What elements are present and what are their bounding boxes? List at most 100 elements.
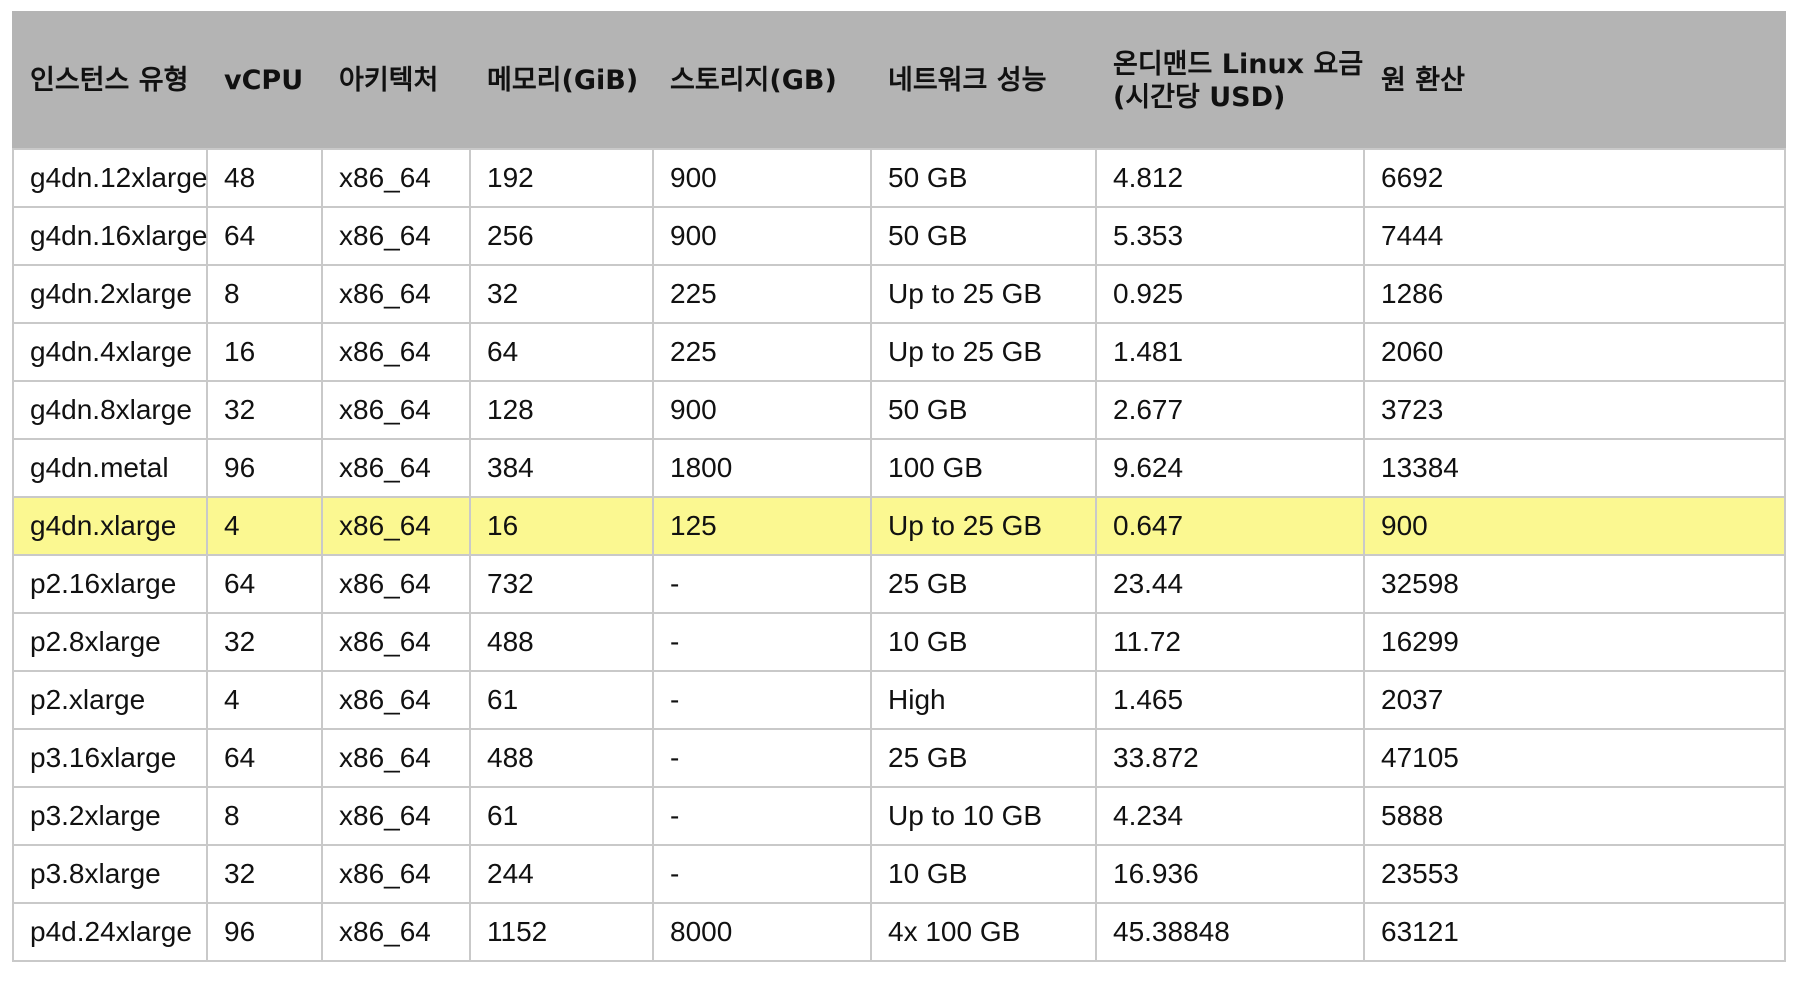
cell-krw: 900 <box>1363 496 1786 556</box>
cell-vcpu: 4 <box>206 496 323 556</box>
cell-memory: 256 <box>469 206 654 266</box>
cell-architecture: x86_64 <box>321 438 471 498</box>
table-row: g4dn.2xlarge 8 x86_64 32 225 Up to 25 GB 0.925… <box>12 264 1786 324</box>
cell-network: 50 GB <box>870 148 1097 208</box>
cell-memory: 192 <box>469 148 654 208</box>
table-row: p2.16xlarge 64 x86_64 732-25 GB 23.44 32598 <box>12 554 1786 614</box>
cell-krw: 2037 <box>1363 670 1786 730</box>
header-krw: 원 환산 <box>1363 11 1786 150</box>
instance-pricing-table-container: 인스턴스 유형 vCPU 아키텍처 메모리(GiB) 스토리지(GB) 네트워크… <box>12 11 1786 962</box>
cell-storage: 900 <box>652 206 872 266</box>
cell-storage: 900 <box>652 380 872 440</box>
table-row: p3.2xlarge 8 x86_64 61- Up to 10 GB 4.234 5888 <box>12 786 1786 846</box>
cell-vcpu: 96 <box>206 902 323 962</box>
table-row: g4dn.metal 96 x86_64 384 1800 100 GB 9.624 1338… <box>12 438 1786 498</box>
cell-vcpu: 32 <box>206 380 323 440</box>
cell-memory: 64 <box>469 322 654 382</box>
table-row: g4dn.8xlarge 32 x86_64 128 900 50 GB 2.677 3723 <box>12 380 1786 440</box>
cell-architecture: x86_64 <box>321 380 471 440</box>
cell-architecture: x86_64 <box>321 786 471 846</box>
cell-storage: 900 <box>652 148 872 208</box>
table-row: p2.xlarge 4 x86_64 61- High 1.465 2037 <box>12 670 1786 730</box>
header-architecture: 아키텍처 <box>321 11 471 150</box>
header-memory: 메모리(GiB) <box>469 11 654 150</box>
cell-network: Up to 10 GB <box>870 786 1097 846</box>
cell-network: 10 GB <box>870 844 1097 904</box>
cell-network: 50 GB <box>870 206 1097 266</box>
cell-instance-type: g4dn.8xlarge <box>12 380 208 440</box>
cell-network: 50 GB <box>870 380 1097 440</box>
cell-krw: 47105 <box>1363 728 1786 788</box>
cell-vcpu: 96 <box>206 438 323 498</box>
cell-vcpu: 4 <box>206 670 323 730</box>
cell-memory: 16 <box>469 496 654 556</box>
cell-storage: 225 <box>652 322 872 382</box>
cell-architecture: x86_64 <box>321 554 471 614</box>
cell-storage: - <box>652 612 872 672</box>
cell-instance-type: p2.xlarge <box>12 670 208 730</box>
cell-memory: 1152 <box>469 902 654 962</box>
cell-krw: 1286 <box>1363 264 1786 324</box>
table-body: g4dn.12xlarge 48 x86_64 192 900 50 GB 4.812 669… <box>12 148 1786 962</box>
cell-storage: - <box>652 728 872 788</box>
header-vcpu: vCPU <box>206 11 323 150</box>
cell-memory: 32 <box>469 264 654 324</box>
cell-instance-type: p3.2xlarge <box>12 786 208 846</box>
cell-storage: 225 <box>652 264 872 324</box>
cell-instance-type: g4dn.16xlarge <box>12 206 208 266</box>
cell-price: 0.925 <box>1095 264 1365 324</box>
table-row: g4dn.4xlarge 16 x86_64 64 225 Up to 25 GB 1.48… <box>12 322 1786 382</box>
cell-krw: 7444 <box>1363 206 1786 266</box>
header-price-line1: 온디맨드 Linux 요금 <box>1113 48 1364 80</box>
cell-vcpu: 8 <box>206 786 323 846</box>
cell-instance-type: g4dn.xlarge <box>12 496 208 556</box>
cell-instance-type: p4d.24xlarge <box>12 902 208 962</box>
header-instance-type: 인스턴스 유형 <box>12 11 208 150</box>
cell-storage: 8000 <box>652 902 872 962</box>
cell-instance-type: p2.16xlarge <box>12 554 208 614</box>
cell-price: 4.812 <box>1095 148 1365 208</box>
cell-architecture: x86_64 <box>321 612 471 672</box>
table-row: p4d.24xlarge 96 x86_64 1152 8000 4x 100 GB 45.… <box>12 902 1786 962</box>
cell-instance-type: g4dn.12xlarge <box>12 148 208 208</box>
cell-krw: 5888 <box>1363 786 1786 846</box>
cell-architecture: x86_64 <box>321 728 471 788</box>
cell-architecture: x86_64 <box>321 264 471 324</box>
cell-price: 1.481 <box>1095 322 1365 382</box>
cell-memory: 488 <box>469 728 654 788</box>
cell-architecture: x86_64 <box>321 322 471 382</box>
cell-storage: - <box>652 786 872 846</box>
cell-price: 5.353 <box>1095 206 1365 266</box>
cell-vcpu: 48 <box>206 148 323 208</box>
cell-instance-type: g4dn.4xlarge <box>12 322 208 382</box>
cell-network: Up to 25 GB <box>870 264 1097 324</box>
table-header: 인스턴스 유형 vCPU 아키텍처 메모리(GiB) 스토리지(GB) 네트워크… <box>12 11 1786 150</box>
cell-krw: 63121 <box>1363 902 1786 962</box>
table-row: g4dn.xlarge 4 x86_64 16 125 Up to 25 GB 0.647 9… <box>12 496 1786 556</box>
cell-network: 25 GB <box>870 554 1097 614</box>
cell-network: High <box>870 670 1097 730</box>
cell-architecture: x86_64 <box>321 844 471 904</box>
cell-vcpu: 64 <box>206 728 323 788</box>
cell-memory: 61 <box>469 786 654 846</box>
cell-krw: 2060 <box>1363 322 1786 382</box>
cell-memory: 244 <box>469 844 654 904</box>
cell-architecture: x86_64 <box>321 670 471 730</box>
cell-vcpu: 64 <box>206 206 323 266</box>
cell-instance-type: p2.8xlarge <box>12 612 208 672</box>
cell-vcpu: 32 <box>206 612 323 672</box>
cell-instance-type: p3.8xlarge <box>12 844 208 904</box>
cell-instance-type: g4dn.metal <box>12 438 208 498</box>
cell-memory: 488 <box>469 612 654 672</box>
cell-architecture: x86_64 <box>321 206 471 266</box>
cell-price: 2.677 <box>1095 380 1365 440</box>
table-row: p2.8xlarge 32 x86_64 488-10 GB 11.72 16299 <box>12 612 1786 672</box>
cell-storage: 125 <box>652 496 872 556</box>
cell-architecture: x86_64 <box>321 148 471 208</box>
cell-network: Up to 25 GB <box>870 496 1097 556</box>
cell-price: 9.624 <box>1095 438 1365 498</box>
instance-pricing-table: 인스턴스 유형 vCPU 아키텍처 메모리(GiB) 스토리지(GB) 네트워크… <box>12 11 1786 962</box>
cell-vcpu: 8 <box>206 264 323 324</box>
header-storage: 스토리지(GB) <box>652 11 872 150</box>
cell-memory: 732 <box>469 554 654 614</box>
